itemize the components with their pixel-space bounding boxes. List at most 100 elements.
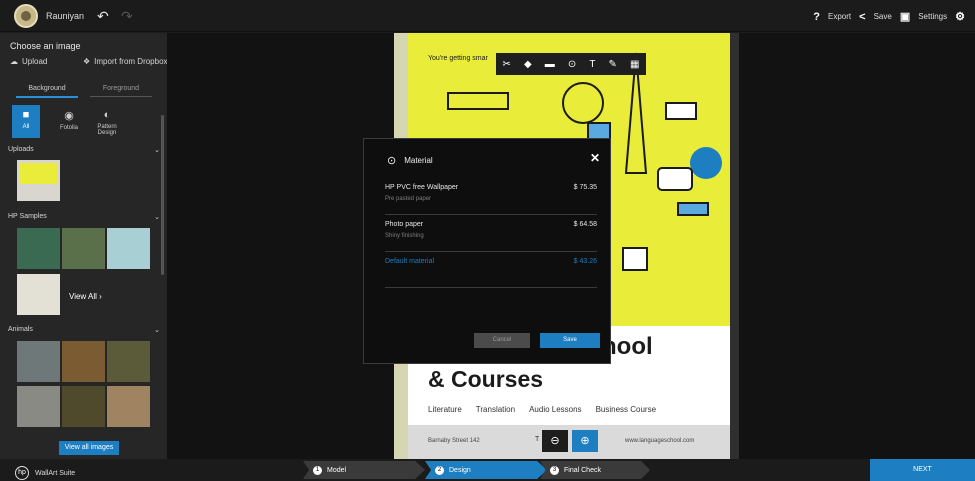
course-item[interactable]: Business Course [596, 405, 656, 414]
sample-thumbnail[interactable] [62, 228, 105, 269]
course-item[interactable]: Audio Lessons [529, 405, 581, 414]
step-number: 1 [313, 465, 322, 475]
step-final-check[interactable]: 3 Final Check [540, 461, 650, 479]
print-icon[interactable]: ▬ [545, 59, 555, 70]
section-animals[interactable]: Animals ⌄ [8, 326, 160, 334]
gear-icon[interactable]: ⚙ [955, 10, 965, 23]
animal-thumbnail[interactable] [107, 386, 150, 427]
material-name: Photo paper [385, 221, 424, 228]
animal-thumbnail[interactable] [17, 341, 60, 382]
divider [385, 251, 597, 252]
view-all-images-button[interactable]: View all images [59, 441, 119, 455]
animal-thumbnail[interactable] [62, 386, 105, 427]
material-option[interactable]: HP PVC free Wallpaper Pre pasted paper $… [385, 184, 597, 202]
source-fotolia-label: Fotolia [59, 125, 78, 131]
help-icon[interactable]: ? [813, 11, 820, 23]
animal-thumbnail[interactable] [17, 386, 60, 427]
avatar-icon [21, 11, 31, 21]
chevron-down-icon[interactable]: ⌄ [154, 213, 160, 221]
top-actions: ? Export < Save ▣ Settings ⚙ [813, 10, 965, 24]
section-uploads[interactable]: Uploads ⌄ [8, 146, 160, 154]
section-animals-label: Animals [8, 326, 33, 333]
animal-thumbnail[interactable] [62, 341, 105, 382]
poster-headline-line2[interactable]: & Courses [428, 366, 543, 393]
upload-button[interactable]: ☁ Upload [10, 57, 47, 66]
step-model[interactable]: 1 Model [303, 461, 425, 479]
export-button[interactable]: Export [828, 12, 851, 21]
sample-thumbnail[interactable] [17, 274, 60, 315]
animal-thumbnail[interactable] [107, 341, 150, 382]
source-pattern-design[interactable]: ◐ Pattern Design [92, 105, 122, 138]
next-button[interactable]: NEXT [870, 459, 975, 481]
user-avatar[interactable] [14, 4, 38, 28]
edit-icon[interactable]: ✎ [609, 59, 617, 70]
suite-brand: hp WallArt Suite [15, 466, 75, 480]
source-fotolia[interactable]: ◉ Fotolia [54, 105, 84, 138]
tab-background[interactable]: Background [16, 85, 78, 98]
cancel-button[interactable]: Cancel [474, 333, 530, 348]
step-number: 3 [550, 465, 559, 475]
section-hp-samples[interactable]: HP Samples ⌄ [8, 213, 160, 221]
view-all-link[interactable]: View All › [69, 292, 102, 301]
poster-website[interactable]: www.languageschool.com [625, 438, 694, 444]
suite-name: WallArt Suite [35, 469, 76, 477]
sidebar-scrollbar[interactable] [161, 115, 164, 275]
zoom-in-button[interactable]: ⊕ [572, 430, 598, 452]
step-label: Final Check [564, 466, 601, 474]
poster-address[interactable]: Barnaby Street 142 [428, 438, 480, 444]
text-icon[interactable]: T [589, 59, 595, 70]
material-option-selected[interactable]: Default material $ 43.26 [385, 258, 597, 265]
fill-icon[interactable]: ◆ [524, 59, 532, 70]
hp-logo-icon: hp [15, 466, 29, 480]
course-item[interactable]: Literature [428, 405, 462, 414]
speech-bubble-shape [447, 92, 509, 110]
save-button[interactable]: Save [874, 12, 892, 21]
zoom-text-marker: T [535, 436, 540, 443]
section-uploads-label: Uploads [8, 146, 34, 153]
close-icon[interactable]: ✕ [590, 151, 600, 165]
import-dropbox-button[interactable]: ❖ Import from Dropbox [83, 57, 168, 66]
divider [385, 214, 597, 215]
poster-tagline[interactable]: You're getting smar [428, 55, 488, 62]
chevron-down-icon[interactable]: ⌄ [154, 326, 160, 334]
material-option[interactable]: Photo paper Shiny finishing $ 64.58 [385, 221, 597, 239]
material-price: $ 43.26 [573, 258, 597, 265]
device-shape [657, 167, 693, 191]
sample-thumbnail[interactable] [107, 228, 150, 269]
zoom-icon[interactable]: ⊙ [568, 59, 576, 70]
settings-button[interactable]: Settings [918, 12, 947, 21]
layers-icon[interactable]: ▦ [630, 59, 639, 70]
cloud-upload-icon: ☁ [10, 57, 18, 66]
text-edit-toolbar: ✂ ◆ ▬ ⊙ T ✎ ▦ [496, 53, 646, 75]
poster-thumb-icon [20, 163, 57, 184]
username[interactable]: Rauniyan [46, 11, 84, 21]
chevron-down-icon[interactable]: ⌄ [154, 146, 160, 154]
dialog-title-text: Material [404, 156, 433, 165]
eye-icon: ◉ [64, 110, 74, 122]
folder-icon: ■ [22, 109, 30, 121]
zoom-out-icon: ⊖ [550, 435, 560, 447]
floppy-icon[interactable]: ▣ [900, 10, 910, 23]
upload-thumbnail[interactable] [17, 160, 60, 201]
zoom-out-button[interactable]: ⊖ [542, 430, 568, 452]
pattern-icon: ◐ [103, 109, 111, 121]
material-description: Pre pasted paper [385, 196, 432, 202]
save-material-button[interactable]: Save [540, 333, 600, 348]
course-item[interactable]: Translation [476, 405, 515, 414]
headphones-shape [562, 82, 604, 124]
share-icon[interactable]: < [859, 11, 865, 23]
source-all[interactable]: ■ All [12, 105, 40, 138]
source-all-label: All [22, 124, 30, 130]
sidebar-title: Choose an image [10, 41, 81, 51]
sample-thumbnail[interactable] [17, 228, 60, 269]
step-design[interactable]: 2 Design [425, 461, 547, 479]
material-name: HP PVC free Wallpaper [385, 184, 459, 191]
page-bleed-right [730, 33, 739, 459]
course-list: Literature Translation Audio Lessons Bus… [428, 405, 656, 414]
undo-icon[interactable]: ↶ [97, 8, 109, 25]
tab-foreground[interactable]: Foreground [90, 85, 152, 97]
material-icon: ⊙ [387, 155, 397, 167]
redo-icon[interactable]: ↷ [121, 8, 133, 25]
dropbox-icon: ❖ [83, 57, 91, 66]
cut-icon[interactable]: ✂ [503, 59, 511, 70]
